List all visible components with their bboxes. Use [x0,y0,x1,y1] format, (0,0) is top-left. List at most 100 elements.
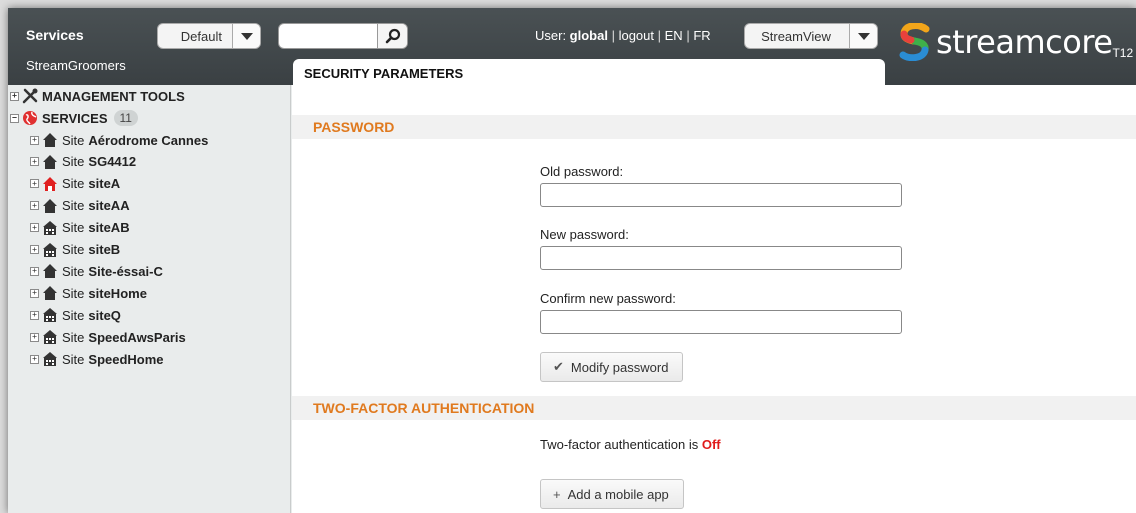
site-prefix: Site [62,220,85,236]
site-prefix: Site [62,132,85,148]
site-name: siteB [88,242,121,257]
expand-icon[interactable]: + [30,245,39,254]
expand-icon[interactable]: + [30,223,39,233]
expand-icon[interactable]: + [30,157,39,167]
house-icon [42,263,58,279]
org-name: StreamGroomers [26,58,126,73]
confirm-password-field[interactable] [540,310,902,334]
expand-icon[interactable]: + [30,266,39,276]
lang-en-link[interactable]: EN [665,28,683,43]
expand-icon[interactable]: + [30,179,39,189]
user-prefix: User: [535,28,570,43]
add-mobile-app-label: Add a mobile app [567,486,669,502]
tree-label-services: SERVICES [42,110,108,126]
search-input[interactable] [285,27,375,45]
expand-icon[interactable]: + [10,91,19,101]
user-name: global [569,28,608,43]
sidebar-tree: + MANAGEMENT TOOLS − SERVICES 11 + Site … [8,85,291,513]
collapse-icon[interactable]: − [10,113,19,123]
tree-item-site[interactable]: + Site SG4412 [30,152,136,172]
logo-version: T12 [1112,46,1134,60]
building-icon [42,220,58,236]
old-password-label: Old password: [540,164,624,179]
site-name: SpeedAwsParis [88,329,186,345]
site-prefix: Site [62,307,85,323]
expand-icon[interactable]: + [30,201,39,211]
user-bar: User: global | logout | EN | FR [535,28,711,43]
tools-icon [22,88,38,104]
building-icon [42,351,58,367]
chevron-down-icon[interactable] [232,24,260,48]
expand-icon[interactable]: + [30,332,39,342]
building-icon [42,307,58,323]
add-mobile-app-button[interactable]: + Add a mobile app [540,479,684,509]
tree-item-site[interactable]: + Site Aérodrome Cannes [30,130,208,150]
twofa-section-header: TWO-FACTOR AUTHENTICATION [292,396,1136,420]
twofa-status-text: Two-factor authentication is [540,437,702,452]
old-password-field[interactable] [540,183,902,207]
services-count-badge: 11 [113,110,138,126]
tree-item-site[interactable]: + Site Site-éssai-C [30,261,163,281]
new-password-label: New password: [540,227,629,242]
logout-link[interactable]: logout [619,28,654,43]
site-name: SpeedHome [88,351,164,367]
tree-item-site[interactable]: + Site SpeedAwsParis [30,327,186,347]
services-label: Services [26,27,84,43]
site-prefix: Site [62,176,85,192]
site-name: Aérodrome Cannes [88,132,209,148]
logo-wordmark: streamcore [936,23,1113,61]
expand-icon[interactable]: + [30,288,39,298]
app-window: Services StreamGroomers Default User: gl… [8,8,1136,513]
checkmark-icon: ✔ [553,359,564,374]
streamcore-logo-icon [899,23,930,61]
site-prefix: Site [62,329,85,345]
house-icon [42,198,58,214]
site-prefix: Site [62,285,85,301]
house-icon [42,132,58,148]
site-prefix: Site [62,154,85,170]
confirm-password-label: Confirm new password: [540,291,676,306]
tree-item-site[interactable]: + Site siteHome [30,283,147,303]
streamcore-logo: streamcore T12 [898,22,1133,62]
tree-item-site[interactable]: + Site siteB [30,240,120,260]
default-dropdown[interactable]: Default [157,23,261,49]
twofa-status: Two-factor authentication is Off [540,437,721,452]
site-name: siteQ [88,307,121,323]
services-globe-icon [22,110,38,126]
default-dropdown-value: Default [180,28,222,44]
search-button[interactable] [377,24,407,48]
tree-label-management-tools: MANAGEMENT TOOLS [42,88,185,104]
chevron-down-icon[interactable] [849,24,877,48]
site-prefix: Site [62,198,85,214]
new-password-field[interactable] [540,246,902,270]
site-name: siteAA [88,198,130,214]
tree-item-services[interactable]: − SERVICES 11 [10,108,138,128]
expand-icon[interactable]: + [30,354,39,364]
site-name: siteAB [88,220,130,236]
tree-item-site[interactable]: + Site siteAB [30,218,130,238]
search-icon [385,28,400,44]
tree-item-site[interactable]: + Site siteQ [30,305,121,325]
house-icon [42,154,58,170]
site-name: Site-éssai-C [88,263,163,279]
expand-icon[interactable]: + [30,135,39,145]
house-alert-icon [42,176,58,192]
view-dropdown[interactable]: StreamView [744,23,878,49]
modify-password-button[interactable]: ✔ Modify password [540,352,684,382]
site-name: siteA [88,176,121,192]
site-name: SG4412 [88,154,137,170]
site-prefix: Site [62,242,85,257]
tree-item-site[interactable]: + Site siteA [30,174,120,194]
twofa-status-value: Off [701,437,721,452]
building-icon [42,242,58,258]
expand-icon[interactable]: + [30,310,39,320]
tree-item-site[interactable]: + Site SpeedHome [30,349,164,369]
tree-item-site[interactable]: + Site siteAA [30,196,130,216]
password-section-header: PASSWORD [292,115,1136,139]
house-icon [42,285,58,301]
lang-fr-link[interactable]: FR [693,28,710,43]
site-prefix: Site [62,263,85,279]
tree-item-management-tools[interactable]: + MANAGEMENT TOOLS [10,86,185,106]
main-content: PASSWORD Old password: New password: Con… [292,85,1136,513]
plus-icon: + [553,486,561,502]
